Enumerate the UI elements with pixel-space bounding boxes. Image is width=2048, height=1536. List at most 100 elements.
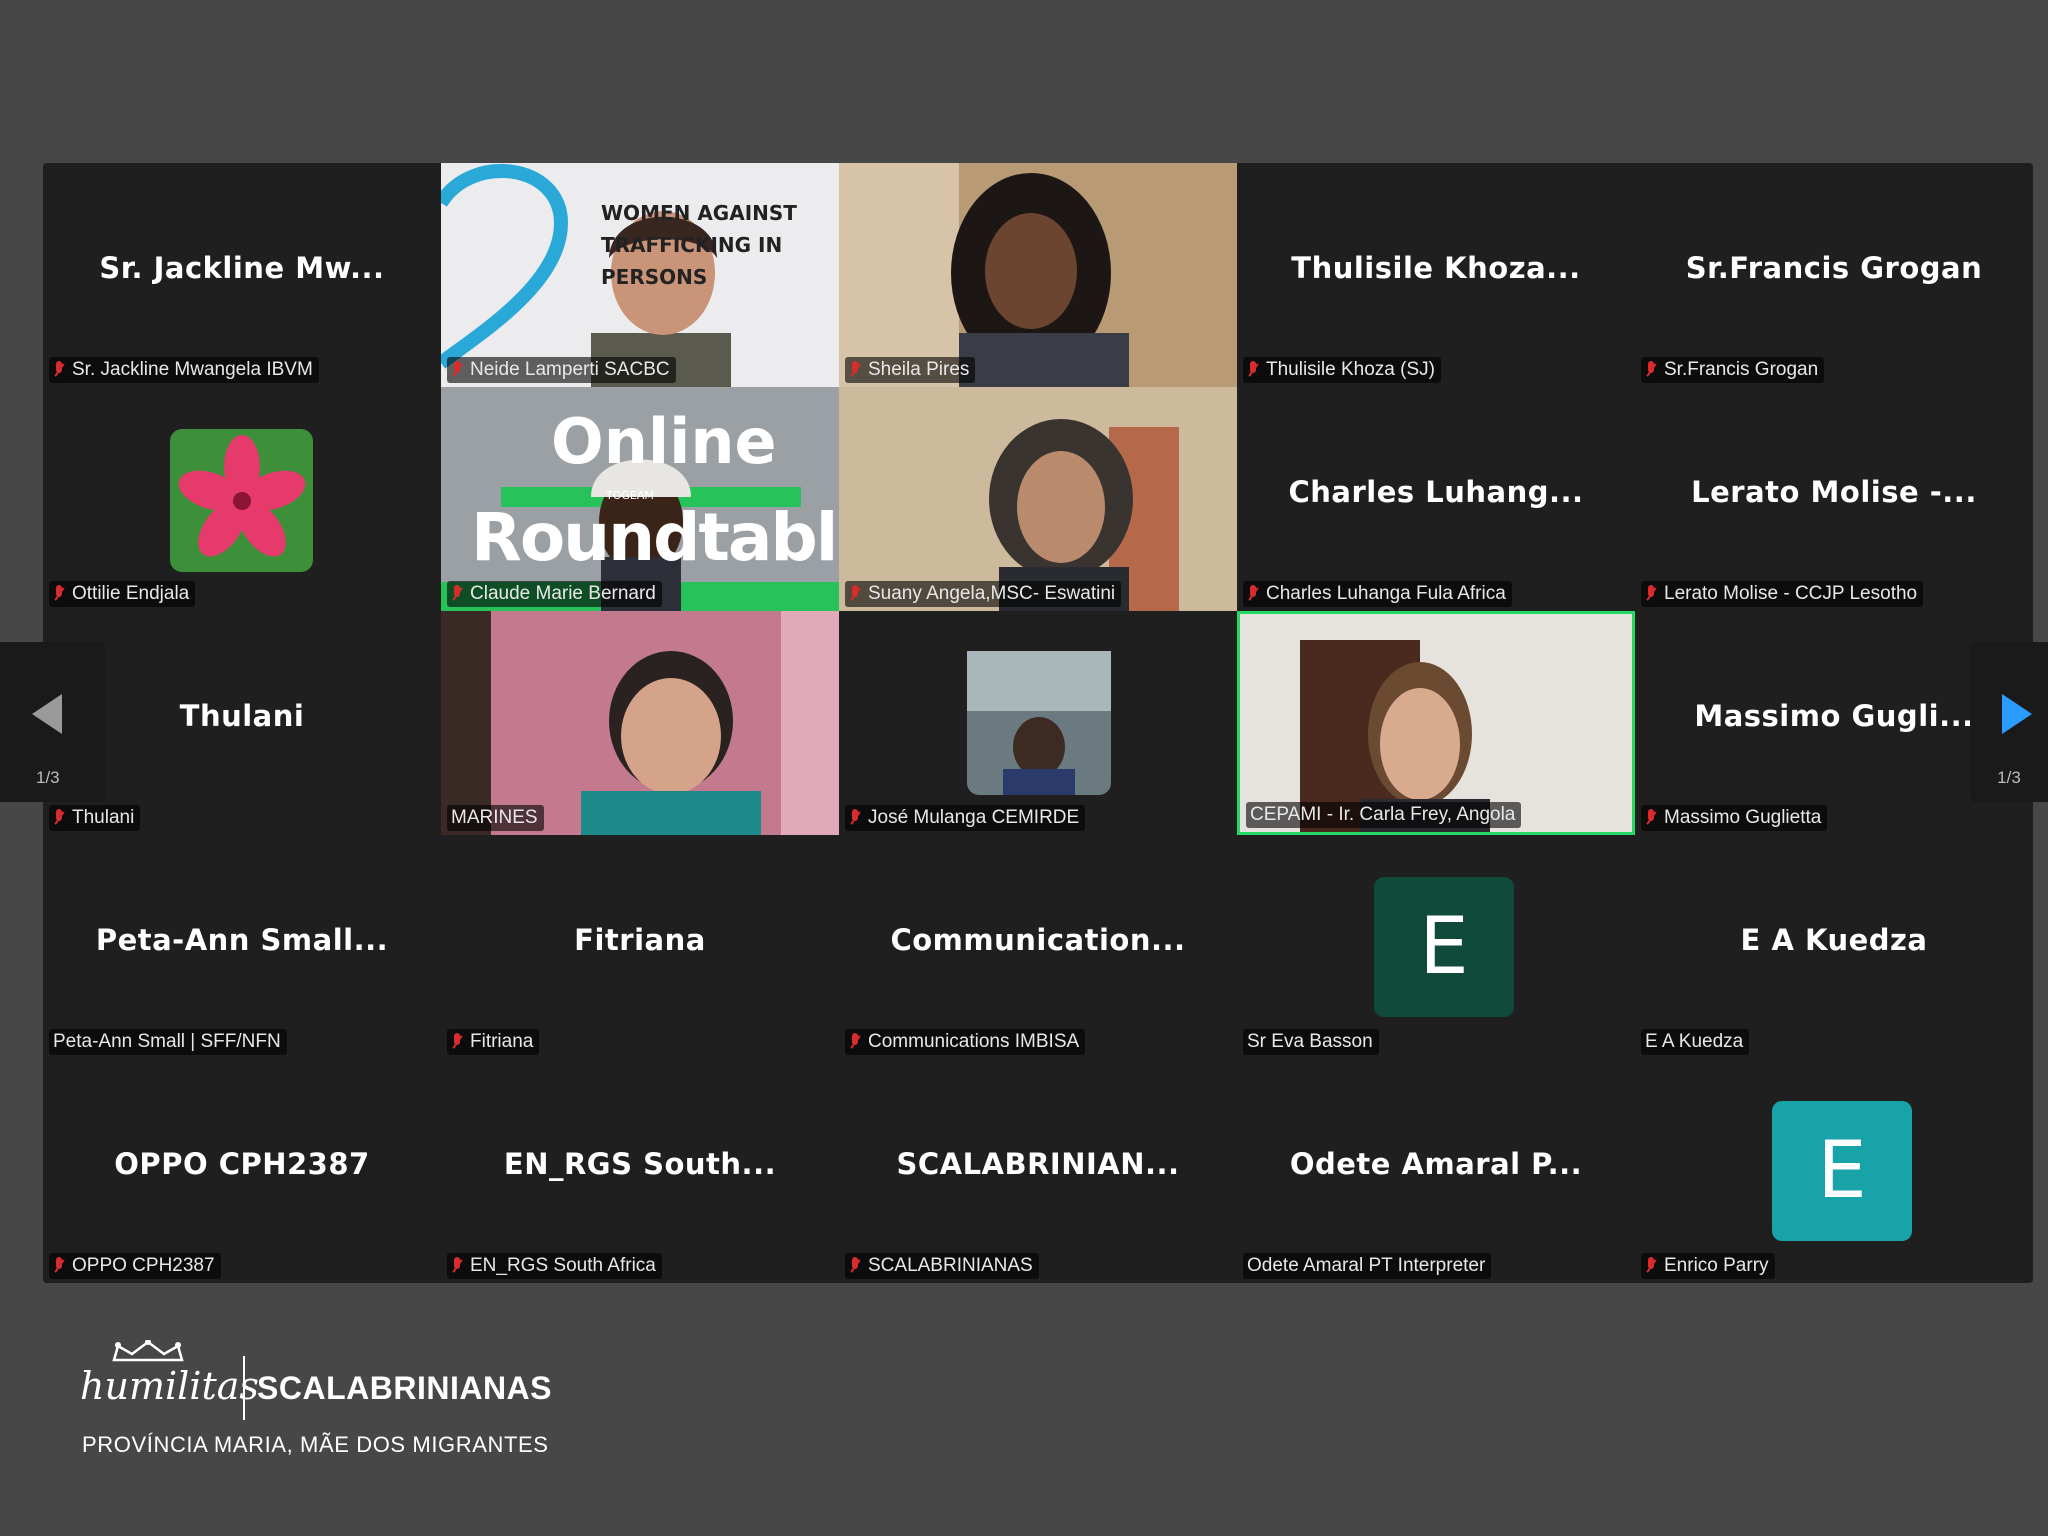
participant-label: Massimo Guglietta (1641, 805, 1828, 831)
participant-label: EN_RGS South Africa (447, 1253, 662, 1279)
participant-label: Fitriana (447, 1029, 540, 1055)
backdrop-roundtable-line2: Roundtable (471, 499, 839, 576)
backdrop-poster-text: WOMEN AGAINST TRAFFICKING IN PERSONS (601, 201, 797, 289)
participant-label: Sr. Jackline Mwangela IBVM (49, 357, 319, 383)
mic-muted-icon (849, 1256, 861, 1276)
participant-name-display: Fitriana (574, 923, 706, 957)
participant-tile[interactable]: EN_RGS South... EN_RGS South Africa (441, 1059, 839, 1283)
page-indicator: 1/3 (36, 768, 60, 787)
mic-muted-icon (849, 1032, 861, 1052)
participant-label: Neide Lamperti SACBC (447, 357, 676, 383)
video-gallery: Sr. Jackline Mw... Sr. Jackline Mwangela… (43, 163, 2033, 1283)
mic-muted-icon (1247, 584, 1259, 604)
mic-muted-icon (53, 360, 65, 380)
participant-label: OPPO CPH2387 (49, 1253, 221, 1279)
participant-video-tile[interactable]: Suany Angela,MSC- Eswatini (839, 387, 1237, 611)
participant-name-display: SCALABRINIAN... (896, 1147, 1180, 1181)
crown-icon (112, 1340, 184, 1362)
participant-label: Thulani (49, 805, 141, 831)
participant-tile[interactable]: SCALABRINIAN... SCALABRINIANAS (839, 1059, 1237, 1283)
participant-video (839, 387, 1237, 611)
participant-label: MARINES (447, 805, 544, 831)
active-speaker-tile[interactable]: CEPAMI - Ir. Carla Frey, Angola (1237, 611, 1635, 835)
page-indicator: 1/3 (1997, 768, 2021, 787)
mic-muted-icon (1247, 360, 1259, 380)
participant-video (1240, 614, 1632, 832)
participant-tile[interactable]: OPPO CPH2387 OPPO CPH2387 (43, 1059, 441, 1283)
flower-avatar (170, 429, 313, 572)
participant-name-display: E A Kuedza (1740, 923, 1928, 957)
mic-muted-icon (849, 360, 861, 380)
mic-muted-icon (451, 1256, 463, 1276)
participant-video-tile[interactable]: Online TOGEAM Roundtable Claude Marie Be… (441, 387, 839, 611)
participant-tile[interactable]: E Sr Eva Basson (1237, 835, 1635, 1059)
avatar: E (1772, 1101, 1912, 1241)
participant-name-display: Odete Amaral P... (1289, 1147, 1583, 1181)
humilitas-logo: humilitas (80, 1364, 259, 1408)
brand-name: SCALABRINIANAS (257, 1370, 552, 1406)
participant-label: Ottilie Endjala (49, 581, 196, 607)
participant-label: Communications IMBISA (845, 1029, 1086, 1055)
participant-video-tile[interactable]: Sheila Pires (839, 163, 1237, 387)
participant-video-tile[interactable]: WOMEN AGAINST TRAFFICKING IN PERSONS Nei… (441, 163, 839, 387)
mic-muted-icon (451, 1032, 463, 1052)
participant-label: Suany Angela,MSC- Eswatini (845, 581, 1122, 607)
mic-muted-icon (53, 1256, 65, 1276)
participant-video-tile[interactable]: MARINES (441, 611, 839, 835)
arrow-right-icon (2002, 694, 2032, 734)
brand-tagline: PROVÍNCIA MARIA, MÃE DOS MIGRANTES (82, 1432, 549, 1457)
participant-label: Charles Luhanga Fula Africa (1243, 581, 1512, 607)
participant-label: Sheila Pires (845, 357, 976, 383)
participant-label: Thulisile Khoza (SJ) (1243, 357, 1441, 383)
participant-tile[interactable]: Thulisile Khoza... Thulisile Khoza (SJ) (1237, 163, 1635, 387)
mic-muted-icon (1645, 360, 1657, 380)
participant-tile[interactable]: Sr. Jackline Mw... Sr. Jackline Mwangela… (43, 163, 441, 387)
backdrop-roundtable-line1: Online (551, 405, 777, 478)
participant-label: Peta-Ann Small | SFF/NFN (49, 1029, 287, 1055)
participant-name-display: EN_RGS South... (503, 1147, 777, 1181)
participant-name-display: Charles Luhang... (1288, 475, 1584, 509)
participant-label: Sr.Francis Grogan (1641, 357, 1825, 383)
participant-label: Enrico Parry (1641, 1253, 1775, 1279)
participant-label: Sr Eva Basson (1243, 1029, 1379, 1055)
next-page-button[interactable]: 1/3 (1970, 642, 2048, 802)
participant-tile[interactable]: Charles Luhang... Charles Luhanga Fula A… (1237, 387, 1635, 611)
participant-video (839, 163, 1237, 387)
participant-video (441, 611, 839, 835)
mic-muted-icon (849, 808, 861, 828)
participant-tile[interactable]: E Enrico Parry (1635, 1059, 2033, 1283)
participant-tile[interactable]: Lerato Molise -... Lerato Molise - CCJP … (1635, 387, 2033, 611)
participant-name-display: Lerato Molise -... (1691, 475, 1977, 509)
mic-muted-icon (1645, 808, 1657, 828)
participant-thumbnail (967, 651, 1111, 795)
participant-tile[interactable]: Peta-Ann Small... Peta-Ann Small | SFF/N… (43, 835, 441, 1059)
mic-muted-icon (53, 808, 65, 828)
participant-label: Claude Marie Bernard (447, 581, 662, 607)
mic-muted-icon (1645, 584, 1657, 604)
participant-label: CEPAMI - Ir. Carla Frey, Angola (1246, 802, 1522, 828)
avatar: E (1374, 877, 1514, 1017)
participant-name-display: Communication... (890, 923, 1186, 957)
participant-tile[interactable]: Fitriana Fitriana (441, 835, 839, 1059)
participant-tile[interactable]: Communication... Communications IMBISA (839, 835, 1237, 1059)
arrow-left-icon (32, 694, 62, 734)
participant-video-tile[interactable]: José Mulanga CEMIRDE (839, 611, 1237, 835)
participant-name-display: Thulisile Khoza... (1291, 251, 1581, 285)
participant-tile[interactable]: Odete Amaral P... Odete Amaral PT Interp… (1237, 1059, 1635, 1283)
participant-tile[interactable]: Ottilie Endjala (43, 387, 441, 611)
participant-label: E A Kuedza (1641, 1029, 1750, 1055)
participant-name-display: Sr.Francis Grogan (1685, 251, 1983, 285)
mic-muted-icon (53, 584, 65, 604)
prev-page-button[interactable]: 1/3 (0, 642, 105, 802)
participant-tile[interactable]: Sr.Francis Grogan Sr.Francis Grogan (1635, 163, 2033, 387)
participant-label: Lerato Molise - CCJP Lesotho (1641, 581, 1924, 607)
participant-name-display: Peta-Ann Small... (95, 923, 389, 957)
participant-name-display: Sr. Jackline Mw... (99, 251, 385, 285)
mic-muted-icon (451, 584, 463, 604)
participant-label: Odete Amaral PT Interpreter (1243, 1253, 1492, 1279)
participant-name-display: OPPO CPH2387 (114, 1147, 370, 1181)
participant-tile[interactable]: E A Kuedza E A Kuedza (1635, 835, 2033, 1059)
mic-muted-icon (1645, 1256, 1657, 1276)
logo-divider (243, 1356, 245, 1420)
participant-label: José Mulanga CEMIRDE (845, 805, 1086, 831)
